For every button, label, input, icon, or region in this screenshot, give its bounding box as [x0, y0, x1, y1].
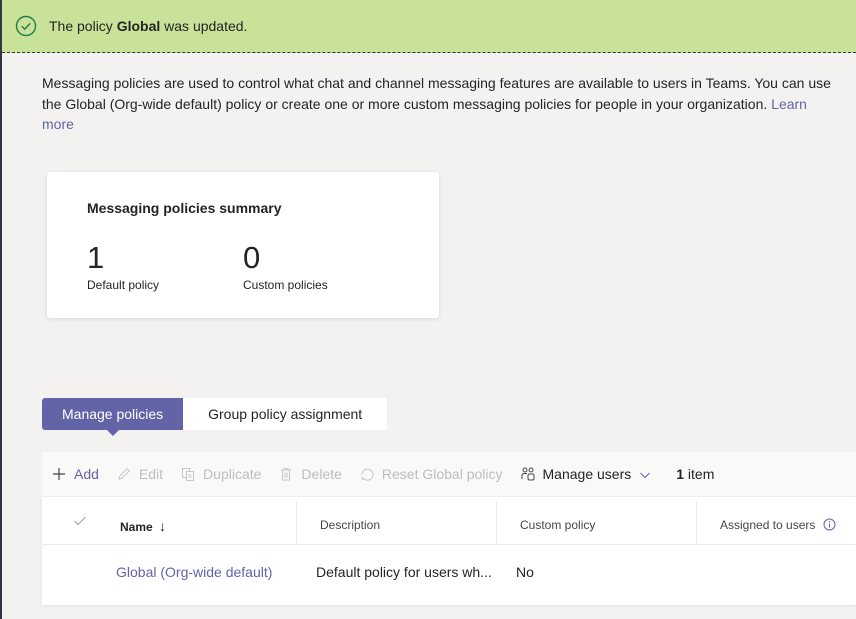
stat-value: 1	[87, 240, 105, 275]
pencil-icon	[116, 466, 132, 482]
app-left-rail	[0, 0, 2, 619]
plus-icon	[51, 466, 67, 482]
chevron-down-icon	[639, 468, 651, 480]
duplicate-button[interactable]: Duplicate	[180, 466, 261, 482]
tab-manage-policies[interactable]: Manage policies	[42, 398, 184, 436]
people-icon	[520, 466, 536, 482]
info-icon[interactable]	[823, 518, 836, 531]
stat-value: 0	[243, 240, 261, 275]
stat-custom-policies: 0 Custom policies	[243, 240, 328, 292]
delete-button[interactable]: Delete	[278, 466, 342, 482]
column-header-custom-policy[interactable]: Custom policy	[520, 518, 595, 532]
policy-custom: No	[516, 564, 534, 580]
stat-label: Default policy	[87, 278, 160, 292]
column-divider	[696, 501, 697, 545]
delete-label: Delete	[301, 466, 342, 482]
intro-text: Messaging policies are used to control w…	[42, 75, 831, 132]
manage-users-dropdown[interactable]: Manage users	[520, 466, 652, 482]
reset-global-policy-button[interactable]: Reset Global policy	[359, 466, 503, 482]
edit-label: Edit	[138, 466, 164, 482]
stat-label: Custom policies	[243, 278, 328, 292]
add-label: Add	[74, 466, 99, 482]
policy-name-link[interactable]: Global (Org-wide default)	[116, 564, 272, 580]
reset-icon	[359, 466, 375, 482]
add-button[interactable]: Add	[51, 466, 99, 482]
reset-label: Reset Global policy	[381, 466, 503, 482]
column-header-assigned-to-users[interactable]: Assigned to users	[720, 518, 836, 532]
check-circle-icon	[15, 15, 37, 37]
stat-default-policy: 1 Default policy	[87, 240, 159, 292]
summary-card: Messaging policies summary 1 Default pol…	[47, 172, 439, 318]
column-header-name[interactable]: Name ↓	[120, 518, 166, 534]
policies-table: Name ↓ Description Custom policy Assigne…	[42, 497, 856, 605]
item-count: 1 item	[676, 466, 715, 482]
trash-icon	[278, 466, 294, 482]
column-divider	[296, 501, 297, 545]
column-header-description[interactable]: Description	[320, 518, 380, 532]
duplicate-icon	[180, 466, 196, 482]
success-banner: The policy Global was updated.	[2, 0, 856, 53]
select-all-checkbox[interactable]	[73, 514, 87, 526]
summary-title: Messaging policies summary	[87, 200, 282, 216]
tab-bar: Manage policies Group policy assignment	[42, 398, 388, 436]
toolbar: Add Edit Duplicate Delete Reset Global p…	[42, 452, 856, 496]
edit-button[interactable]: Edit	[116, 466, 163, 482]
duplicate-label: Duplicate	[203, 466, 262, 482]
tab-group-policy-assignment[interactable]: Group policy assignment	[183, 398, 387, 430]
sort-arrow-icon: ↓	[159, 518, 167, 534]
policy-description: Default policy for users wh...	[316, 564, 492, 580]
manage-users-label: Manage users	[542, 466, 632, 482]
banner-message: The policy Global was updated.	[49, 18, 248, 34]
table-header: Name ↓ Description Custom policy Assigne…	[42, 497, 856, 545]
column-divider	[496, 501, 497, 545]
